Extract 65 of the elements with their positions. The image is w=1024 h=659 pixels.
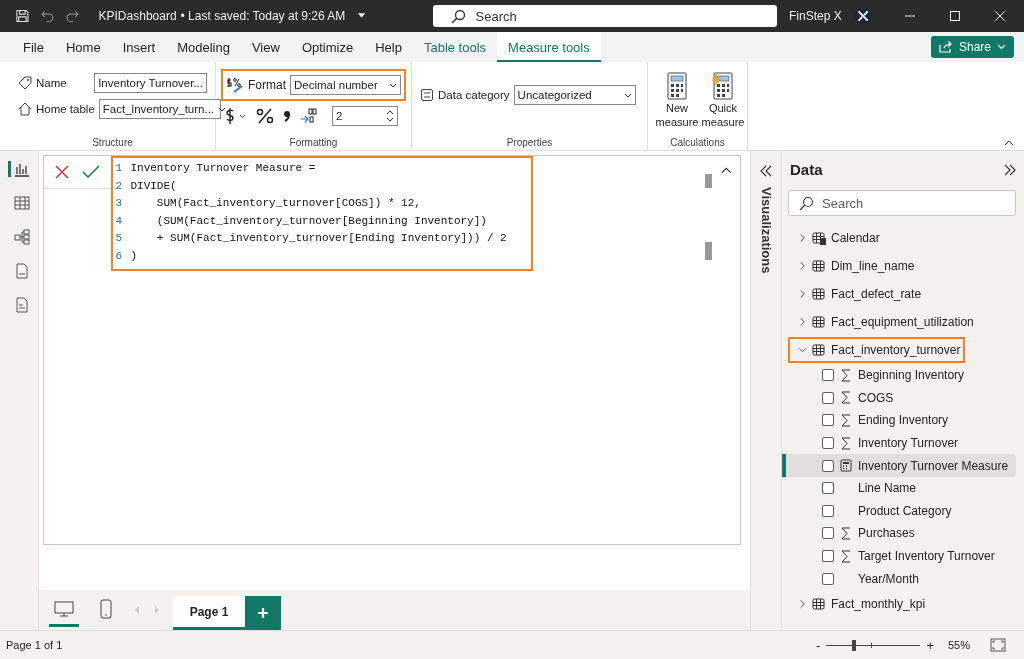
field-item[interactable]: Inventory Turnover: [782, 431, 1016, 455]
name-label: Name: [36, 77, 68, 89]
home-table-label: Home table: [36, 103, 95, 115]
field-item[interactable]: Beginning Inventory: [782, 364, 1016, 387]
zoom-level: 55%: [947, 639, 970, 651]
menu-tab[interactable]: Optimize: [290, 32, 365, 62]
field-item[interactable]: Target Inventory Turnover: [782, 544, 1016, 568]
table-item[interactable]: Fact_inventory_turnover: [788, 337, 966, 363]
field-item[interactable]: Line Name: [782, 476, 1016, 500]
name-field[interactable]: Inventory Turnover...: [94, 73, 207, 93]
visualizations-label[interactable]: Visualizations: [758, 187, 774, 274]
code-line: (SUM(Fact_inventory_turnover[Beginning Inventory]): [155, 213, 487, 229]
menu-tab[interactable]: File: [12, 32, 55, 62]
table-item[interactable]: Fact_defect_rate: [788, 281, 927, 307]
field-item[interactable]: COGS: [782, 386, 1016, 410]
measure-button[interactable]: Quick measure: [702, 72, 744, 137]
line-number: 5: [115, 231, 124, 246]
table-item[interactable]: Fact_monthly_kpi: [788, 590, 931, 617]
decimal-places-field[interactable]: 2: [332, 106, 398, 126]
table-item[interactable]: Calendar: [788, 225, 885, 251]
code-line: DIVIDE(: [130, 178, 177, 194]
group-label: Calculations: [669, 137, 726, 148]
page-count: Page 1 of 1: [6, 639, 63, 651]
field-item[interactable]: Year/Month: [782, 567, 1016, 590]
group-label: Formatting: [288, 137, 339, 148]
menu-tab[interactable]: Insert: [111, 32, 167, 62]
search-field[interactable]: Search: [788, 190, 1016, 216]
zoom-out-button[interactable]: -: [816, 637, 821, 653]
code-line: SUM(Fact_inventory_turnover[COGS]) * 12,: [155, 196, 421, 211]
format-dropdown[interactable]: Decimal number: [290, 75, 401, 95]
file-name: KPIDashboard: [98, 9, 177, 23]
format-label: Format: [248, 78, 286, 92]
code-line: + SUM(Fact_inventory_turnover[Ending Inventory])) / 2: [155, 231, 507, 246]
line-number: 2: [115, 178, 124, 194]
field-item[interactable]: Product Category: [782, 499, 1016, 523]
data-category-dropdown[interactable]: Uncategorized: [513, 85, 636, 105]
user-name: FinStep X: [788, 9, 842, 23]
menu-tab[interactable]: Modeling: [166, 32, 241, 62]
line-number: 4: [115, 213, 124, 229]
data-category-label: Data category: [438, 89, 510, 101]
save-status: • Last saved: Today at 9:26 AM: [180, 9, 346, 23]
code-line: Inventory Turnover Measure =: [130, 161, 316, 176]
group-label: Properties: [505, 137, 554, 148]
menu-tab[interactable]: Table tools: [412, 32, 498, 62]
menu-tab[interactable]: Home: [54, 32, 112, 62]
measure-button[interactable]: New measure: [656, 72, 698, 137]
menu-tab[interactable]: Measure tools: [497, 32, 601, 62]
table-item[interactable]: Dim_line_name: [788, 253, 920, 279]
line-number: 3: [115, 196, 124, 211]
group-label: Structure: [91, 137, 134, 148]
page-tab[interactable]: Page 1: [173, 596, 245, 630]
line-number: 6: [115, 248, 124, 264]
formula-editor[interactable]: 1 Inventory Turnover Measure = 2 DIVIDE( 3 SUM(Fact_inventory_turnover[COGS]) * 12, 4 (SUM(Fact_inventory_turnover[Beginning Inventory]) 5 + SUM(Fact_inventory_turnover[Ending Inventory])) / 2 6 ): [111, 156, 534, 271]
line-number: 1: [115, 161, 124, 176]
table-item[interactable]: Fact_equipment_utilization: [788, 309, 979, 335]
pane-title: Data: [790, 161, 823, 178]
search-field[interactable]: Search: [432, 5, 777, 27]
field-item[interactable]: Inventory Turnover Measure: [782, 454, 1016, 477]
menu-tab[interactable]: View: [240, 32, 291, 62]
menu-tab[interactable]: Help: [364, 32, 413, 62]
field-item[interactable]: Ending Inventory: [782, 409, 1016, 432]
field-item[interactable]: Purchases: [782, 522, 1016, 545]
zoom-in-button[interactable]: +: [926, 637, 934, 653]
share-button[interactable]: Share: [930, 36, 1014, 58]
code-line: ): [130, 248, 138, 264]
